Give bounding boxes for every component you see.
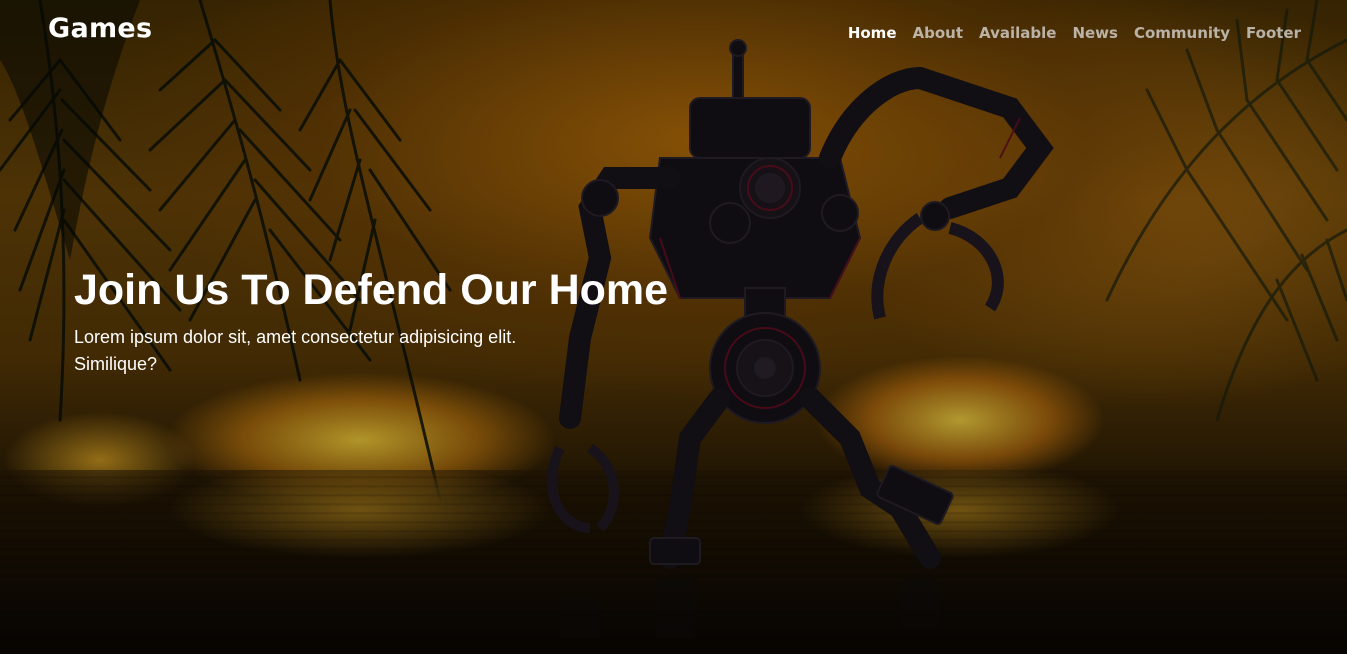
hero-title: Join Us To Defend Our Home — [74, 266, 669, 314]
nav-link-home[interactable]: Home — [848, 24, 897, 42]
hero-section: Games Home About Available News Communit… — [0, 0, 1347, 654]
main-nav: Home About Available News Community Foot… — [848, 24, 1301, 42]
hero-content: Join Us To Defend Our Home Lorem ipsum d… — [74, 264, 774, 378]
hero-description: Lorem ipsum dolor sit, amet consectetur … — [74, 327, 517, 374]
nav-link-community[interactable]: Community — [1134, 24, 1230, 42]
site-header: Games Home About Available News Communit… — [0, 0, 1347, 70]
site-logo[interactable]: Games — [48, 13, 152, 44]
nav-link-footer[interactable]: Footer — [1246, 24, 1301, 42]
nav-link-about[interactable]: About — [913, 24, 964, 42]
nav-link-available[interactable]: Available — [979, 24, 1056, 42]
nav-link-news[interactable]: News — [1072, 24, 1118, 42]
